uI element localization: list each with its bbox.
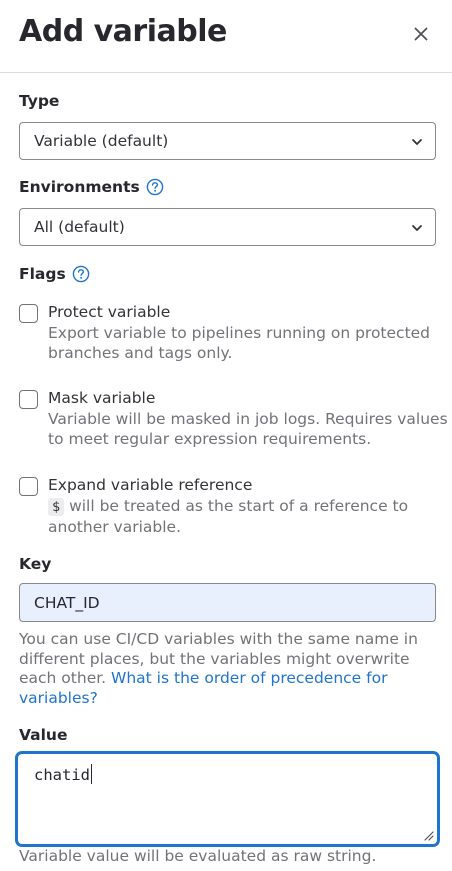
- value-label-text: Value: [19, 726, 68, 744]
- type-label-text: Type: [19, 92, 60, 110]
- text-caret: [91, 764, 92, 784]
- environments-label: Environments: [19, 178, 164, 196]
- mask-variable-checkbox[interactable]: [19, 390, 38, 409]
- expand-variable-help-text: will be treated as the start of a refere…: [48, 497, 409, 536]
- protect-variable-checkbox[interactable]: [19, 304, 38, 323]
- value-label: Value: [19, 726, 67, 744]
- resize-handle-icon[interactable]: [423, 830, 434, 841]
- drawer-header: Add variable: [0, 0, 452, 73]
- close-button[interactable]: [408, 21, 434, 47]
- key-label: Key: [19, 555, 51, 573]
- value-textarea-text: chatid: [34, 766, 90, 784]
- chevron-down-icon: [412, 139, 422, 145]
- protect-variable-help: Export variable to pipelines running on …: [48, 324, 431, 362]
- chevron-down-icon: [412, 225, 422, 231]
- dollar-code: $: [48, 498, 65, 516]
- type-label: Type: [19, 92, 59, 110]
- flags-label-text: Flags: [19, 265, 66, 283]
- mask-variable-help: Variable will be masked in job logs. Req…: [48, 410, 448, 448]
- key-input-value: CHAT_ID: [34, 593, 100, 612]
- environments-select-value: All (default): [34, 218, 125, 236]
- environments-select[interactable]: All (default): [19, 208, 436, 246]
- expand-variable-checkbox[interactable]: [19, 477, 38, 496]
- question-icon[interactable]: [72, 265, 90, 283]
- close-icon: [414, 27, 428, 41]
- value-textarea[interactable]: chatid: [17, 753, 438, 845]
- expand-variable-label[interactable]: Expand variable reference: [48, 476, 252, 494]
- type-select-value: Variable (default): [34, 132, 169, 150]
- expand-variable-help: $ will be treated as the start of a refe…: [48, 497, 452, 537]
- mask-variable-label[interactable]: Mask variable: [48, 389, 155, 407]
- protect-variable-label[interactable]: Protect variable: [48, 303, 170, 321]
- key-input[interactable]: CHAT_ID: [19, 583, 436, 622]
- key-help: You can use CI/CD variables with the sam…: [19, 630, 439, 708]
- value-help: Variable value will be evaluated as raw …: [19, 847, 377, 865]
- question-icon[interactable]: [146, 178, 164, 196]
- drawer-title: Add variable: [19, 14, 227, 49]
- environments-label-text: Environments: [19, 178, 140, 196]
- type-select[interactable]: Variable (default): [19, 122, 436, 160]
- key-label-text: Key: [19, 555, 52, 573]
- flags-label: Flags: [19, 265, 90, 283]
